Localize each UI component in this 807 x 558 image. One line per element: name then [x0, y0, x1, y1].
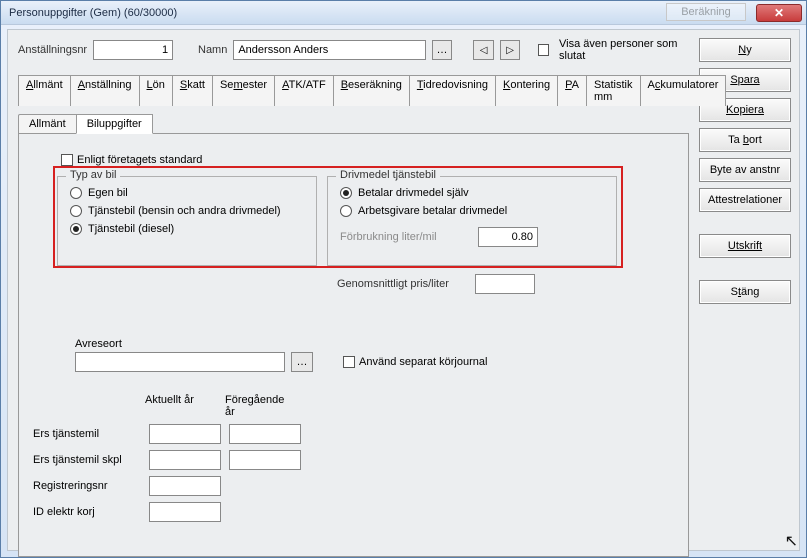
top-row: Anställningsnr Namn … ◁ ▷ Visa även pers… — [18, 38, 689, 62]
radio-driv-label-0: Betalar drivmedel själv — [358, 187, 469, 199]
avreseort-input[interactable] — [75, 352, 285, 372]
client-area: Anställningsnr Namn … ◁ ▷ Visa även pers… — [7, 29, 800, 551]
group-drivmedel: Drivmedel tjänstebil Betalar drivmedel s… — [327, 176, 617, 266]
radio-driv-1[interactable] — [340, 205, 352, 217]
radio-typ-1[interactable] — [70, 205, 82, 217]
namn-input[interactable] — [233, 40, 425, 60]
mouse-cursor-icon: ↖ — [785, 531, 798, 551]
year-table: Aktuellt år Föregående år Ers tjänstemil… — [33, 394, 301, 522]
window-title: Personuppgifter (Gem) (60/30000) — [9, 7, 756, 19]
tab-ackumulatorer[interactable]: Ackumulatorer — [640, 75, 727, 106]
year-row-label-2: Registreringsnr — [33, 480, 141, 492]
year-cur-0[interactable] — [149, 424, 221, 444]
year-row-label-1: Ers tjänstemil skpl — [33, 454, 141, 466]
pris-input[interactable] — [475, 274, 535, 294]
anstnr-input[interactable] — [93, 40, 173, 60]
year-row-label-0: Ers tjänstemil — [33, 428, 141, 440]
group-typ-av-bil: Typ av bil Egen bilTjänstebil (bensin oc… — [57, 176, 317, 266]
tab-semester[interactable]: Semester — [212, 75, 275, 106]
tab-anst-llning[interactable]: Anställning — [70, 75, 140, 106]
radio-typ-label-0: Egen bil — [88, 187, 128, 199]
sub-tabbar: AllmäntBiluppgifter — [18, 114, 689, 134]
window-frame: Personuppgifter (Gem) (60/30000) ✕ Beräk… — [0, 0, 807, 558]
tab-skatt[interactable]: Skatt — [172, 75, 213, 106]
avreseort-block: Avreseort … Använd separat körjournal — [75, 338, 487, 372]
tab-l-n[interactable]: Lön — [139, 75, 173, 106]
prev-button[interactable]: ◁ — [473, 40, 493, 60]
year-cur-1[interactable] — [149, 450, 221, 470]
inner-panel: Enligt företagets standard Typ av bil Eg… — [47, 154, 660, 384]
year-cur-2[interactable] — [149, 476, 221, 496]
ny-button[interactable]: Ny — [699, 38, 791, 62]
below-groups: Genomsnittligt pris/liter — [337, 270, 617, 294]
pris-label: Genomsnittligt pris/liter — [337, 278, 467, 290]
sub-panel: Enligt företagets standard Typ av bil Eg… — [18, 133, 689, 557]
year-prev-1[interactable] — [229, 450, 301, 470]
show-ended-label: Visa även personer som slutat — [559, 38, 689, 62]
anstnr-label: Anställningsnr — [18, 44, 87, 56]
tab-allm-nt[interactable]: Allmänt — [18, 75, 71, 106]
col-aktuellt: Aktuellt år — [145, 394, 217, 418]
main-tabbar: AllmäntAnställningLönSkattSemesterATK/AT… — [18, 74, 689, 106]
radio-typ-label-1: Tjänstebil (bensin och andra drivmedel) — [88, 205, 281, 217]
tab-kontering[interactable]: Kontering — [495, 75, 558, 106]
tab-statistik-mm[interactable]: Statistik mm — [586, 75, 641, 106]
group-driv-legend: Drivmedel tjänstebil — [336, 169, 440, 181]
radio-driv-0[interactable] — [340, 187, 352, 199]
namn-browse-button[interactable]: … — [432, 40, 452, 60]
standard-label: Enligt företagets standard — [77, 154, 202, 166]
year-row-label-3: ID elektr korj — [33, 506, 141, 518]
namn-label: Namn — [198, 44, 227, 56]
utskrift-button[interactable]: Utskrift — [699, 234, 791, 258]
standard-row: Enligt företagets standard — [61, 154, 660, 166]
forbrukning-input[interactable] — [478, 227, 538, 247]
tab-pa[interactable]: PA — [557, 75, 587, 106]
separat-korjournal-label: Använd separat körjournal — [359, 356, 487, 368]
avreseort-label: Avreseort — [75, 338, 487, 350]
stang-button[interactable]: Stäng — [699, 280, 791, 304]
subtab-biluppgifter[interactable]: Biluppgifter — [76, 114, 153, 134]
standard-checkbox[interactable] — [61, 154, 73, 166]
year-prev-0[interactable] — [229, 424, 301, 444]
tab-beser-kning[interactable]: Beseräkning — [333, 75, 410, 106]
subtab-allmänt[interactable]: Allmänt — [18, 114, 77, 134]
show-ended-checkbox[interactable] — [538, 44, 549, 56]
main-tabs: AllmäntAnställningLönSkattSemesterATK/AT… — [18, 74, 689, 557]
avreseort-browse-button[interactable]: … — [291, 352, 313, 372]
byte-anstnr-button[interactable]: Byte av anstnr — [699, 158, 791, 182]
forbrukning-label: Förbrukning liter/mil — [340, 231, 470, 243]
tab-atk-atf[interactable]: ATK/ATF — [274, 75, 334, 106]
group-typ-legend: Typ av bil — [66, 169, 120, 181]
tabort-button[interactable]: Ta bort — [699, 128, 791, 152]
attest-button[interactable]: Attestrelationer — [699, 188, 791, 212]
radio-typ-2[interactable] — [70, 223, 82, 235]
close-button[interactable]: ✕ — [756, 4, 802, 22]
next-button[interactable]: ▷ — [500, 40, 520, 60]
radio-typ-0[interactable] — [70, 187, 82, 199]
col-foregaende: Föregående år — [225, 394, 297, 418]
radio-driv-label-1: Arbetsgivare betalar drivmedel — [358, 205, 507, 217]
radio-typ-label-2: Tjänstebil (diesel) — [88, 223, 174, 235]
tab-tidredovisning[interactable]: Tidredovisning — [409, 75, 496, 106]
separat-korjournal-checkbox[interactable] — [343, 356, 355, 368]
year-cur-3[interactable] — [149, 502, 221, 522]
ghost-button: Beräkning — [666, 3, 746, 21]
